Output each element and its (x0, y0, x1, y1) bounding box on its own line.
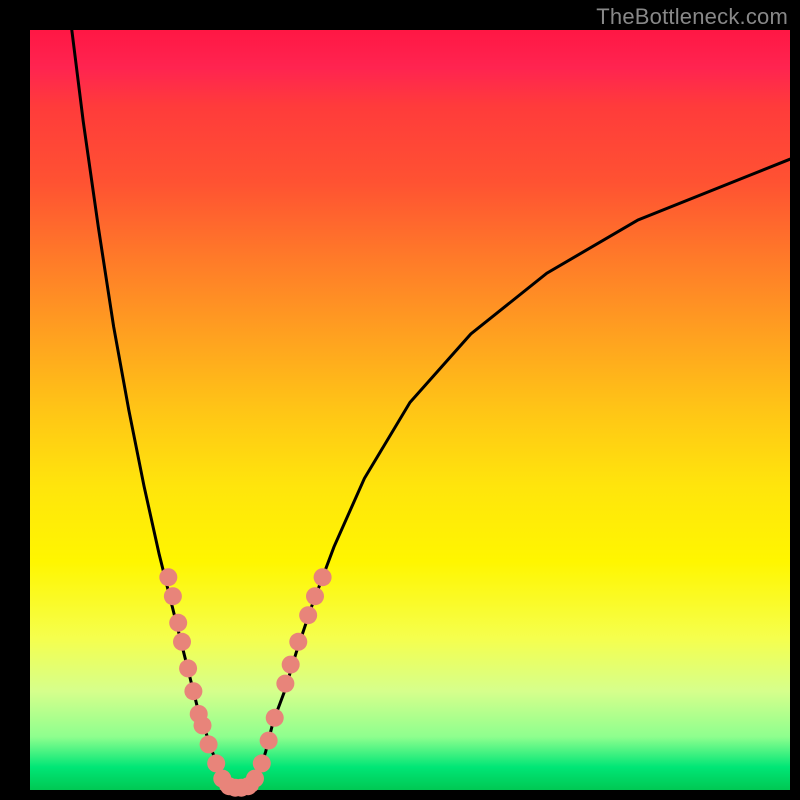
watermark-text: TheBottleneck.com (596, 4, 788, 30)
chart-svg (30, 30, 790, 790)
right-branch-line (253, 159, 790, 786)
marker-dot (159, 568, 177, 586)
marker-dot (200, 735, 218, 753)
marker-dot (184, 682, 202, 700)
marker-dot (314, 568, 332, 586)
marker-dot (289, 633, 307, 651)
marker-dot (282, 656, 300, 674)
marker-dot (253, 754, 271, 772)
marker-dot (169, 614, 187, 632)
marker-dot (194, 716, 212, 734)
marker-dot (179, 659, 197, 677)
marker-dot (276, 675, 294, 693)
marker-dot (260, 732, 278, 750)
marker-dot (306, 587, 324, 605)
marker-dot (173, 633, 191, 651)
marker-dot (299, 606, 317, 624)
marker-dot (266, 709, 284, 727)
marker-group (159, 568, 331, 797)
marker-dot (164, 587, 182, 605)
left-branch-line (72, 30, 226, 786)
plot-background (30, 30, 790, 790)
